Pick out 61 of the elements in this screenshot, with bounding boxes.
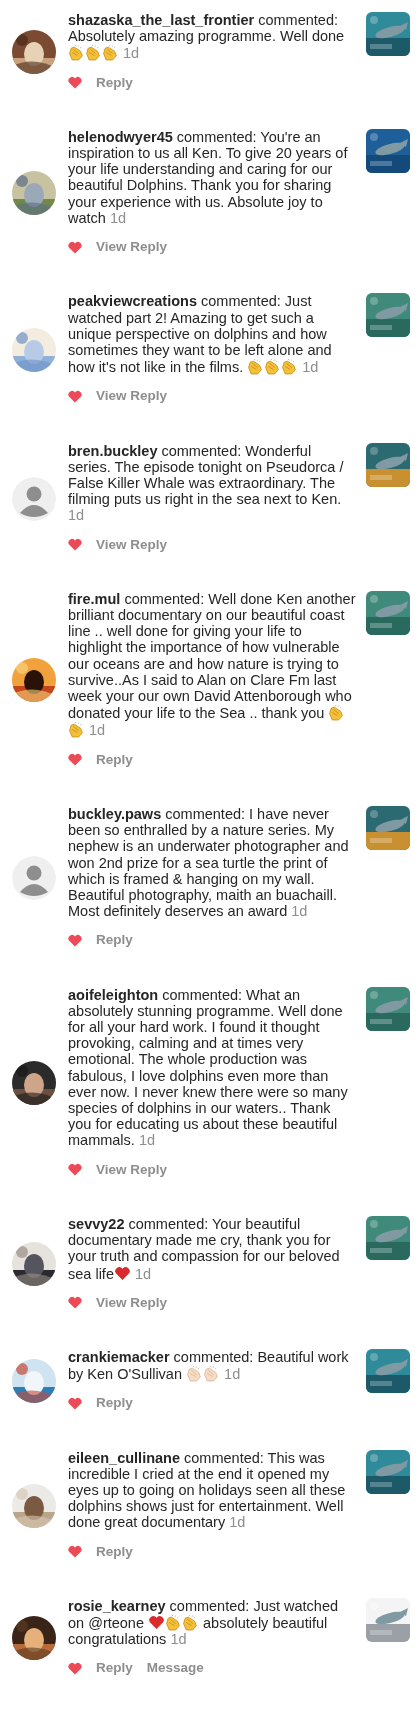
reply-link[interactable]: Reply: [96, 930, 133, 951]
like-heart-icon[interactable]: [68, 76, 82, 90]
clapping-hands-icon: [203, 1365, 221, 1383]
clapping-hands-icon: [165, 1614, 183, 1632]
timestamp: 1d: [302, 359, 319, 376]
comment-text: eileen_cullinane commented: This was incredible I cried at the end it opened my eyes up to going on holidays seen all these dolphins shows just for entertainment. Well done great documentary 1d: [68, 1449, 347, 1531]
clapping-hands-icon: [281, 358, 299, 376]
comment-text: buckley.paws commented: I have never been so enthralled by a nature series. My nephew is an underwater photographer and won 2nd prize for a sea turtle the print of which is framed & hanging on my wall. Beautiful photography, maith an buachaill. Most definitely deserves an award 1d: [68, 805, 350, 920]
comment-text: aoifeleighton commented: What an absolutely stunning programme. Well done for all your hard work. I found it thought provoking, calming and at times very emotional. The whole production was fabulous, I love dolphins even more than ever now. I never knew there were so many species of dolphins in our waters.. Thank you for educating us about these beautiful mammals. 1d: [68, 986, 349, 1149]
like-heart-icon[interactable]: [68, 1545, 82, 1559]
clapping-hands-icon: [264, 358, 282, 376]
reply-link[interactable]: Reply: [96, 749, 133, 770]
like-heart-icon[interactable]: [68, 1662, 82, 1676]
clapping-hands-icon: [85, 44, 102, 62]
like-heart-icon[interactable]: [68, 934, 82, 947]
clapping-hands-icon: [68, 721, 85, 739]
timestamp: 1d: [138, 1132, 156, 1149]
heart-icon: [113, 1264, 131, 1282]
clapping-hands-icon: [102, 44, 119, 62]
timestamp: 1d: [109, 209, 127, 226]
clapping-hands-icon: [247, 358, 265, 376]
reply-link[interactable]: View Reply: [96, 534, 168, 555]
reply-link[interactable]: View Reply: [96, 237, 168, 258]
clapping-hands-icon: [182, 1614, 200, 1632]
comment-text: sevvy22 commented: Your beautiful documentary made me cry, thank you for your truth and compassion for our beloved sea life 1d: [68, 1215, 341, 1282]
like-heart-icon[interactable]: [68, 389, 82, 403]
like-heart-icon[interactable]: [68, 538, 82, 552]
like-heart-icon[interactable]: [68, 1163, 82, 1177]
reply-link[interactable]: Reply: [96, 1393, 133, 1414]
clapping-hands-icon: [186, 1365, 204, 1383]
clapping-hands-icon: [68, 44, 85, 62]
timestamp: 1d: [89, 722, 106, 739]
timestamp: 1d: [224, 1366, 241, 1383]
timestamp: 1d: [229, 1514, 246, 1531]
default-avatar-icon: [12, 476, 56, 521]
like-heart-icon[interactable]: [68, 1296, 82, 1310]
comment-text: shazaska_the_last_frontier commented: Absolutely amazing programme. Well done 1d: [68, 12, 346, 62]
reply-link[interactable]: View Reply: [96, 386, 168, 407]
like-heart-icon[interactable]: [68, 753, 82, 767]
timestamp: 1d: [170, 1631, 187, 1648]
comment-text: rosie_kearney commented: Just watched on @rteone absolutely beautiful congratulations 1d: [68, 1597, 340, 1648]
reply-link[interactable]: View Reply: [96, 1292, 168, 1313]
comment-text: crankiemacker commented: Beautiful work by Ken O'Sullivan 1d: [68, 1348, 350, 1383]
like-heart-icon[interactable]: [68, 240, 82, 254]
timestamp: 1d: [291, 903, 308, 920]
default-avatar-icon: [12, 856, 56, 901]
heart-icon: [148, 1614, 166, 1632]
reply-link[interactable]: Reply: [96, 1658, 133, 1679]
clapping-hands-icon: [328, 704, 346, 722]
reply-link[interactable]: Message: [146, 1658, 204, 1679]
reply-link[interactable]: Reply: [96, 72, 133, 93]
timestamp: 1d: [135, 1265, 152, 1282]
comment-text: bren.buckley commented: Wonderful series. The episode tonight on Pseudorca / False Killer Whale was extraordinary. The filming puts us right in the sea next to Ken. 1d: [68, 442, 345, 524]
reply-link[interactable]: View Reply: [96, 1159, 168, 1180]
reply-link[interactable]: Reply: [96, 1541, 133, 1562]
like-heart-icon[interactable]: [68, 1397, 82, 1410]
timestamp: 1d: [68, 507, 85, 524]
timestamp: 1d: [123, 45, 140, 62]
comment-text: helenodwyer45 commented: You're an inspiration to us all Ken. To give 20 years of your life understanding and caring for our beautiful Dolphins. Thank you for sharing your experience with us. Absolute joy to watch 1d: [68, 128, 349, 227]
comment-text: peakviewcreations commented: Just watched part 2! Amazing to get such a unique perspective on dolphins and how sometimes they want to be left alone and how it's not like in the films. 1d: [68, 293, 333, 376]
comment-text: fire.mul commented: Well done Ken another brilliant documentary on our beautiful coast line .. well done for giving your life to highlight the importance of how vulnerable our oceans are and how nature is trying to survive..As I said to Alan on Clare Fm last week your our own David Attenborough who donated your life to the Sea .. thank you 1d: [68, 590, 356, 739]
